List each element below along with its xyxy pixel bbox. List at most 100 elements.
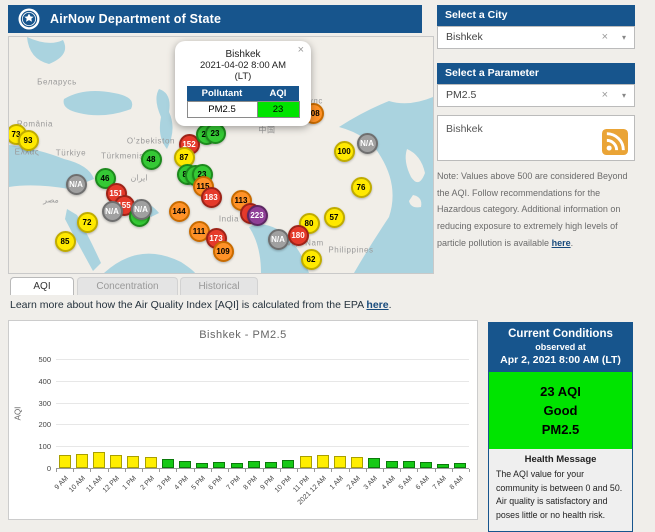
aqi-marker[interactable]: N/A [267, 228, 289, 250]
cc-title: Current Conditions [508, 328, 613, 340]
aqi-marker[interactable]: N/A [356, 132, 378, 154]
x-axis-tick [382, 469, 384, 472]
chart-bar[interactable] [127, 456, 140, 468]
chart-bar[interactable] [58, 455, 71, 468]
chart-gridline [56, 424, 469, 426]
chart-bar[interactable] [75, 454, 88, 468]
aqi-marker[interactable]: 144 [168, 200, 190, 222]
current-conditions-panel: Current Conditions observed at Apr 2, 20… [488, 322, 633, 532]
x-axis-tick [331, 469, 333, 472]
clear-icon[interactable]: × [602, 85, 608, 106]
x-axis-tick [90, 469, 92, 472]
aqi-marker[interactable]: 76 [350, 176, 372, 198]
chart-bar[interactable] [247, 461, 260, 468]
map-place-label: 中国 [258, 125, 276, 135]
x-axis-tick [400, 469, 402, 472]
chart-bar[interactable] [110, 454, 123, 468]
map-popup: × Bishkek 2021-04-02 8:00 AM (LT) Pollut… [175, 41, 311, 126]
epa-here-link[interactable]: here [366, 299, 388, 311]
cc-health-text: The AQI value for your community is betw… [496, 469, 623, 520]
select-city-header: Select a City [437, 5, 635, 26]
chart-bar[interactable] [93, 451, 106, 468]
y-axis-tick-label: 100 [38, 442, 51, 452]
aqi-marker[interactable]: 72 [76, 211, 98, 233]
aqi-marker[interactable]: N/A [130, 198, 152, 220]
chart-bar[interactable] [161, 459, 174, 468]
map-place-label: Беларусь [37, 77, 77, 87]
chart-bar[interactable] [454, 462, 467, 468]
note-here-link[interactable]: here [552, 238, 571, 248]
chart-gridline [56, 402, 469, 404]
chart-bar[interactable] [265, 462, 278, 468]
x-axis-tick [434, 469, 436, 472]
chart-bar[interactable] [368, 458, 381, 468]
cc-datetime: Apr 2, 2021 8:00 AM (LT) [500, 354, 621, 366]
popup-col-pollutant: Pollutant [187, 86, 257, 102]
cc-aqi-block: 23 AQI Good PM2.5 [489, 372, 632, 449]
aqi-map[interactable]: УкраїнаБеларусьRomâniaΕλλάςTürkiyeO'zbek… [8, 36, 434, 274]
rss-icon[interactable] [602, 129, 628, 155]
current-conditions-header: Current Conditions observed at Apr 2, 20… [489, 323, 632, 372]
chart-bar[interactable] [196, 462, 209, 468]
chart-bar[interactable] [316, 454, 329, 468]
aqi-marker[interactable]: 57 [323, 206, 345, 228]
aqi-marker[interactable]: N/A [65, 173, 87, 195]
learn-more-period: . [388, 299, 392, 311]
chart-bar[interactable] [437, 464, 450, 468]
popup-datetime: 2021-04-02 8:00 AM [199, 60, 287, 71]
aqi-marker[interactable]: 109 [212, 240, 234, 262]
chart-bar[interactable] [351, 456, 364, 468]
map-place-label: India [218, 214, 240, 224]
x-axis-tick [245, 469, 247, 472]
city-select[interactable]: Bishkek × ▾ [437, 26, 635, 49]
popup-timezone: (LT) [234, 71, 252, 82]
chart-bar[interactable] [299, 456, 312, 468]
aqi-marker[interactable]: 100 [333, 140, 355, 162]
tab-concentration[interactable]: Concentration [77, 277, 178, 295]
chart-bar[interactable] [402, 460, 415, 468]
page-title: AirNow Department of State [50, 12, 222, 26]
chart-bar[interactable] [144, 456, 157, 468]
x-axis-tick [176, 469, 178, 472]
aqi-marker[interactable]: 48 [140, 148, 162, 170]
city-select-value: Bishkek [446, 31, 483, 43]
chart-bar[interactable] [419, 461, 432, 468]
x-axis-tick [365, 469, 367, 472]
app-header: AirNow Department of State [8, 5, 422, 33]
aqi-chart: Bishkek - PM2.5 AQI 0 100 200 300 400 500 9 AM… [8, 320, 478, 520]
aqi-marker[interactable]: 93 [17, 129, 39, 151]
cc-subtitle: observed at [535, 342, 586, 352]
aqi-marker[interactable]: 85 [54, 230, 76, 252]
y-axis-tick-label: 0 [46, 464, 51, 473]
popup-close-icon[interactable]: × [298, 44, 304, 56]
chart-bar[interactable] [333, 456, 346, 468]
cc-aqi-parameter: PM2.5 [541, 422, 580, 437]
x-axis-tick [142, 469, 144, 472]
tab-aqi[interactable]: AQI [10, 277, 74, 295]
y-axis-tick-label: 300 [38, 398, 51, 408]
chart-bar[interactable] [282, 459, 295, 468]
aqi-marker[interactable]: 180 [287, 224, 309, 246]
note-period: . [570, 237, 574, 248]
chevron-down-icon[interactable]: ▾ [622, 27, 626, 48]
chart-ylabel: AQI [13, 406, 23, 421]
chart-bar[interactable] [179, 460, 192, 468]
tab-historical[interactable]: Historical [180, 277, 258, 295]
parameter-select[interactable]: PM2.5 × ▾ [437, 84, 635, 107]
chart-bar[interactable] [230, 462, 243, 468]
chart-title: Bishkek - PM2.5 [199, 329, 287, 341]
cc-health-block: Health Message The AQI value for your co… [489, 449, 632, 531]
map-place-label: Philippines [328, 245, 374, 255]
chart-bar[interactable] [213, 461, 226, 468]
clear-icon[interactable]: × [602, 27, 608, 48]
aqi-marker[interactable]: 62 [300, 248, 322, 270]
map-place-label: ایران [130, 173, 148, 183]
chart-bar[interactable] [385, 461, 398, 468]
aqi-marker[interactable]: 223 [246, 204, 268, 226]
y-axis-tick-label: 200 [38, 420, 51, 430]
aqi-marker[interactable]: N/A [101, 200, 123, 222]
x-axis-tick [124, 469, 126, 472]
chevron-down-icon[interactable]: ▾ [622, 85, 626, 106]
aqi-marker[interactable]: 183 [200, 186, 222, 208]
airnow-page: AirNow Department of State УкраїнаБелару [0, 0, 655, 532]
